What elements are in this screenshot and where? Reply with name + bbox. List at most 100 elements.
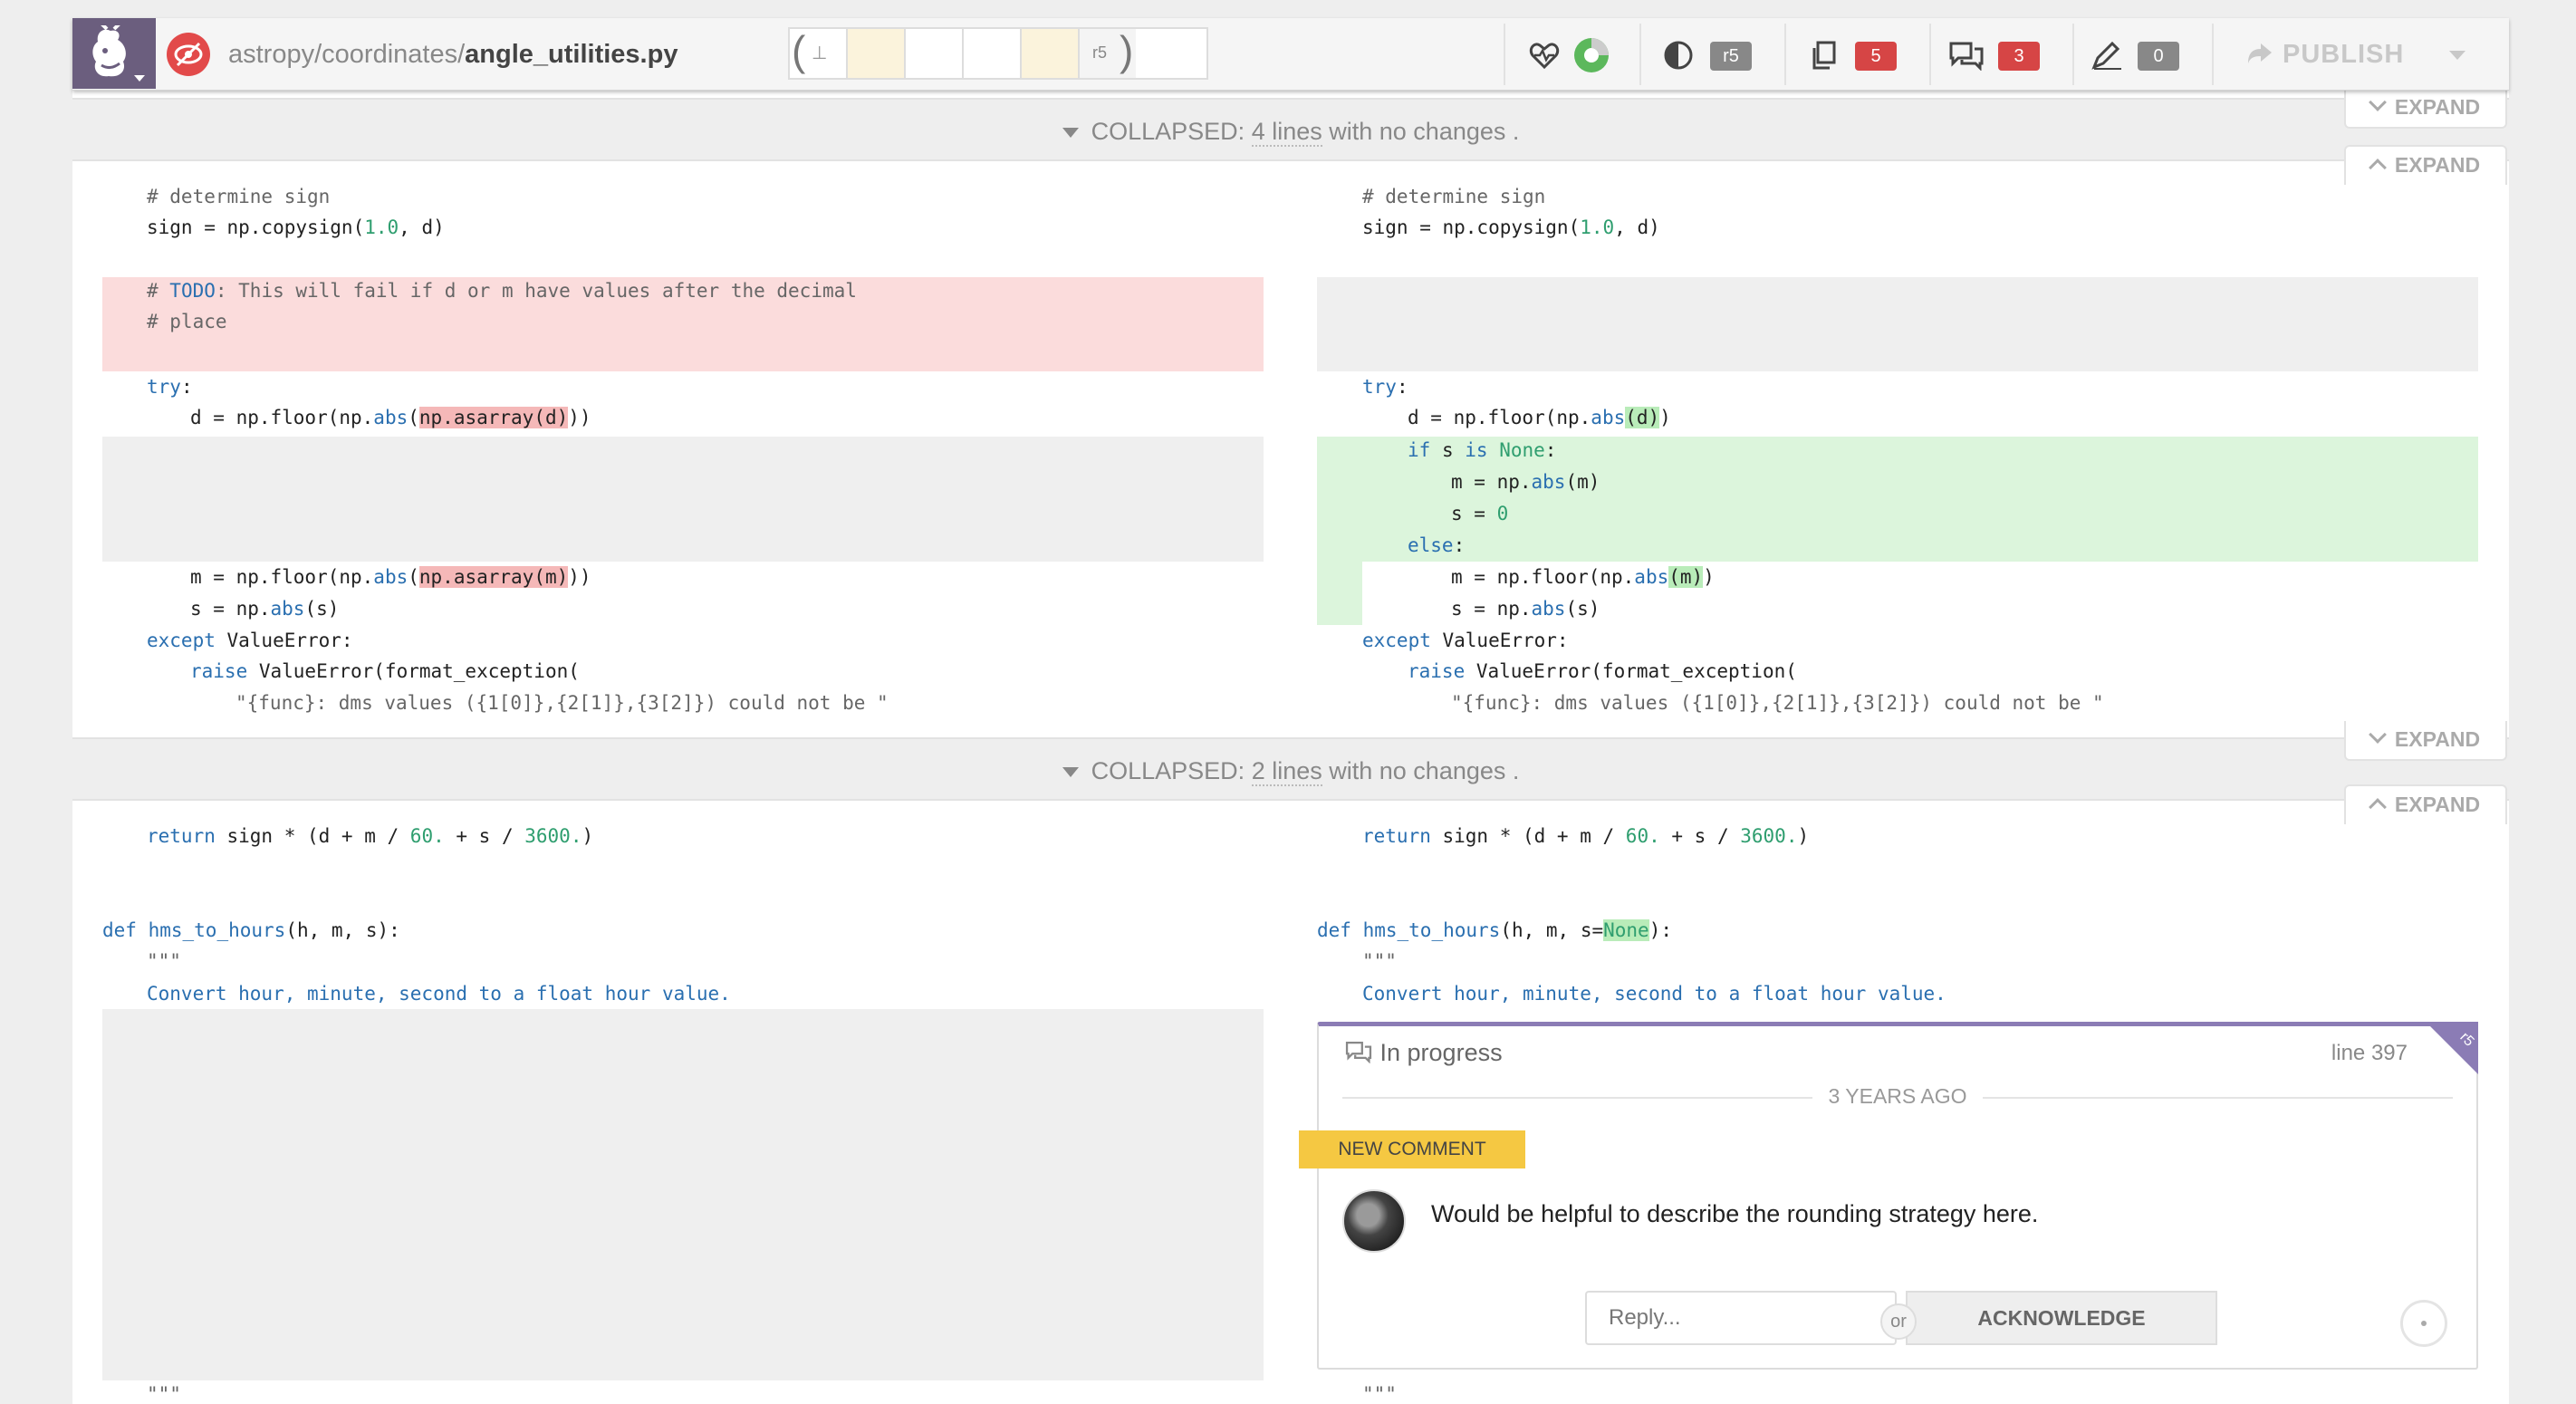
- code-line: def hms_to_hours(h, m, s=None):: [1317, 919, 1672, 941]
- discussions-icon[interactable]: [1947, 40, 1985, 75]
- discussion-card: In progress line 397 r5 3 YEARS AGO Woul…: [1317, 1022, 2478, 1370]
- collapsed-section[interactable]: COLLAPSED: 2 lines with no changes .: [72, 737, 2509, 801]
- code-line: def hms_to_hours(h, m, s):: [102, 919, 400, 941]
- code-line: m = np.floor(np.abs(np.asarray(m))): [190, 566, 591, 588]
- code-line: """: [1362, 1383, 1397, 1404]
- code-line: sign = np.copysign(1.0, d): [147, 216, 445, 238]
- revision-base[interactable]: ⊥: [812, 42, 827, 64]
- files-icon[interactable]: [1810, 40, 1841, 75]
- code-line-added: s = 0: [1451, 503, 1509, 524]
- chevron-down-icon: [2369, 726, 2387, 744]
- code-line-added: m = np.abs(m): [1451, 471, 1600, 493]
- reviewable-logo-icon[interactable]: [72, 18, 156, 89]
- comment-timestamp: 3 YEARS AGO: [1319, 1084, 2476, 1109]
- publish-menu-chevron-down-icon[interactable]: [2449, 51, 2465, 60]
- discussion-icon: [1345, 1041, 1372, 1064]
- collapse-chevron-down-icon[interactable]: [1062, 128, 1079, 139]
- file-name: angle_utilities.py: [465, 40, 678, 69]
- new-comment-tag: NEW COMMENT: [1299, 1130, 1525, 1168]
- reply-input[interactable]: Reply...: [1585, 1291, 1897, 1345]
- code-line: s = np.abs(s): [190, 598, 340, 620]
- discussions-count-badge[interactable]: 3: [1998, 42, 2040, 71]
- code-line: "{func}: dms values ({1[0]},{2[1]},{3[2]…: [1451, 692, 2104, 714]
- logo-menu-caret: [134, 75, 145, 82]
- code-line: m = np.floor(np.abs(m)): [1451, 566, 1715, 588]
- code-line: raise ValueError(format_exception(: [190, 660, 580, 682]
- toolbar: astropy/coordinates/angle_utilities.py (…: [72, 18, 2509, 91]
- revision-cell[interactable]: [904, 29, 962, 78]
- code-line: """: [147, 1383, 181, 1404]
- or-separator: or: [1880, 1303, 1917, 1340]
- reviewer-badge[interactable]: r5: [1710, 42, 1752, 71]
- line-reference[interactable]: line 397: [2331, 1041, 2408, 1066]
- revision-cell[interactable]: [962, 29, 1020, 78]
- code-line-added: if s is None:: [1408, 439, 1557, 461]
- code-line-deleted: # place: [147, 311, 227, 332]
- revision-corner-flag: [2426, 1022, 2478, 1074]
- toolbar-divider: [2212, 24, 2214, 85]
- code-line: """: [147, 950, 181, 972]
- publish-button[interactable]: PUBLISH: [2283, 40, 2404, 70]
- code-line: Convert hour, minute, second to a float …: [147, 983, 731, 1005]
- code-line: sign = np.copysign(1.0, d): [1362, 216, 1660, 238]
- chevron-up-icon: [2369, 798, 2387, 816]
- acknowledge-button[interactable]: ACKNOWLEDGE: [1906, 1291, 2217, 1345]
- revision-cell[interactable]: [846, 29, 904, 78]
- code-line-deleted: # TODO: This will fail if d or m have va…: [147, 280, 857, 302]
- code-line-added: else:: [1408, 534, 1466, 556]
- collapsed-label: COLLAPSED:: [1091, 757, 1245, 784]
- expand-button[interactable]: EXPAND: [2344, 784, 2507, 824]
- expand-button[interactable]: EXPAND: [2344, 721, 2507, 761]
- toolbar-divider: [1504, 24, 1505, 85]
- contrast-icon[interactable]: [1663, 40, 1694, 75]
- code-line: try:: [147, 376, 193, 398]
- collapsed-suffix: with no changes .: [1322, 118, 1520, 145]
- code-line: except ValueError:: [1362, 630, 1569, 651]
- code-line: except ValueError:: [147, 630, 353, 651]
- chevron-up-icon: [2369, 159, 2387, 177]
- code-line: return sign * (d + m / 60. + s / 3600.): [1362, 825, 1810, 847]
- code-line: "{func}: dms values ({1[0]},{2[1]},{3[2]…: [235, 692, 889, 714]
- revision-bracket-left[interactable]: (: [792, 26, 805, 75]
- collapsed-count[interactable]: 2 lines: [1251, 757, 1322, 786]
- revision-bracket-right[interactable]: ): [1120, 26, 1133, 75]
- code-line: raise ValueError(format_exception(: [1408, 660, 1797, 682]
- chevron-down-icon: [2369, 93, 2387, 111]
- toolbar-divider: [2072, 24, 2074, 85]
- discussion-status: In progress: [1344, 1039, 1503, 1067]
- disposition-toggle-icon[interactable]: [2400, 1300, 2447, 1347]
- code-line: Convert hour, minute, second to a float …: [1362, 983, 1946, 1005]
- revision-label[interactable]: r5: [1092, 43, 1107, 63]
- file-path: astropy/coordinates/angle_utilities.py: [228, 40, 678, 70]
- expand-button[interactable]: EXPAND: [2344, 89, 2507, 129]
- collapsed-count[interactable]: 4 lines: [1251, 118, 1322, 147]
- added-gutter-bg: [1317, 562, 1362, 625]
- eye-off-icon[interactable]: [167, 33, 210, 76]
- toolbar-divider: [1784, 24, 1786, 85]
- collapsed-section[interactable]: COLLAPSED: 4 lines with no changes .: [72, 98, 2509, 161]
- toolbar-divider: [1639, 24, 1641, 85]
- revision-cell[interactable]: [1020, 29, 1078, 78]
- drafts-count-badge[interactable]: 0: [2138, 42, 2179, 71]
- comment-text: Would be helpful to describe the roundin…: [1431, 1200, 2039, 1227]
- collapsed-suffix: with no changes .: [1322, 757, 1520, 784]
- code-line: # determine sign: [147, 186, 331, 207]
- avatar[interactable]: [1342, 1189, 1406, 1253]
- placeholder-lines-bg: [102, 437, 1264, 562]
- heart-pulse-icon[interactable]: [1529, 40, 1560, 75]
- code-line: d = np.floor(np.abs(np.asarray(d))): [190, 407, 591, 428]
- collapse-chevron-down-icon[interactable]: [1062, 767, 1079, 778]
- file-path-prefix: astropy/coordinates/: [228, 40, 466, 69]
- expand-button[interactable]: EXPAND: [2344, 145, 2507, 185]
- code-line: s = np.abs(s): [1451, 598, 1600, 620]
- pencil-icon[interactable]: [2091, 40, 2125, 75]
- publish-icon[interactable]: [2246, 42, 2273, 70]
- revision-range-bar[interactable]: ( ⊥ r5 ): [788, 27, 1208, 80]
- progress-circle-icon[interactable]: [1572, 36, 1610, 79]
- placeholder-lines-bg: [1317, 277, 2478, 371]
- discussion-status-label: In progress: [1379, 1039, 1503, 1066]
- placeholder-lines-bg: [102, 1009, 1264, 1380]
- files-count-badge[interactable]: 5: [1855, 42, 1897, 71]
- code-line: # determine sign: [1362, 186, 1546, 207]
- code-line: return sign * (d + m / 60. + s / 3600.): [147, 825, 594, 847]
